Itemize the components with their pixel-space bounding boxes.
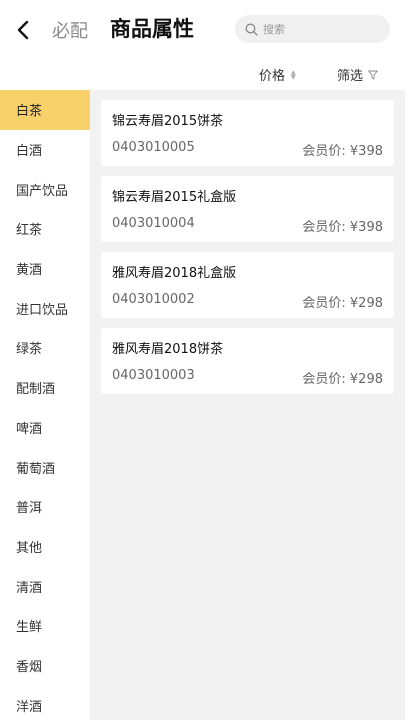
sidebar-item-category[interactable]: 普洱: [0, 487, 90, 527]
header-bar: 必配 商品属性: [0, 0, 405, 58]
sort-price-label: 价格: [259, 69, 286, 84]
search-box[interactable]: [235, 15, 390, 43]
sidebar-item-category[interactable]: 清酒: [0, 566, 90, 606]
product-list: 锦云寿眉2015饼茶 0403010005 会员价: ¥398 锦云寿眉2015礼盒版…: [101, 100, 394, 404]
product-card[interactable]: 雅风寿眉2018饼茶 0403010003 会员价: ¥298: [101, 328, 394, 394]
sidebar-item-category[interactable]: 白茶: [0, 90, 90, 130]
funnel-icon: [368, 70, 378, 79]
member-price: 会员价: ¥398: [302, 144, 383, 159]
product-card[interactable]: 雅风寿眉2018礼盒版 0403010002 会员价: ¥298: [101, 252, 394, 318]
product-card[interactable]: 锦云寿眉2015饼茶 0403010005 会员价: ¥398: [101, 100, 394, 166]
sort-bar: 价格 ▲ ▼ 筛选: [0, 58, 405, 90]
search-input[interactable]: [263, 22, 373, 36]
sidebar-item-category[interactable]: 葡萄酒: [0, 447, 90, 487]
sidebar-item-category[interactable]: 香烟: [0, 646, 90, 686]
filter-button[interactable]: 筛选: [337, 65, 378, 84]
sidebar-item-category[interactable]: 洋酒: [0, 685, 90, 720]
sort-price-button[interactable]: 价格 ▲ ▼: [259, 65, 296, 84]
sidebar-item-category[interactable]: 国产饮品: [0, 169, 90, 209]
member-price: 会员价: ¥298: [302, 296, 383, 311]
product-card[interactable]: 锦云寿眉2015礼盒版 0403010004 会员价: ¥398: [101, 176, 394, 242]
sidebar-item-category[interactable]: 生鲜: [0, 606, 90, 646]
product-code: 0403010004: [112, 216, 195, 231]
sidebar-item-category[interactable]: 绿茶: [0, 328, 90, 368]
sidebar-item-category[interactable]: 其他: [0, 527, 90, 567]
product-code: 0403010003: [112, 368, 195, 383]
product-name: 雅风寿眉2018礼盒版: [112, 266, 237, 281]
sidebar-item-category[interactable]: 红茶: [0, 209, 90, 249]
back-button[interactable]: [12, 17, 34, 43]
product-name: 雅风寿眉2018饼茶: [112, 342, 224, 357]
category-sidebar: 白茶 白酒 国产饮品 红茶 黄酒 进口饮品 绿茶 配制酒 啤酒 葡萄酒 普洱 其他 清酒 生鲜 香烟 洋酒: [0, 90, 90, 720]
tab-product-attributes[interactable]: 商品属性: [110, 13, 194, 43]
filter-label: 筛选: [337, 69, 364, 84]
product-code: 0403010005: [112, 140, 195, 155]
sidebar-item-category[interactable]: 配制酒: [0, 368, 90, 408]
sort-arrows-icon: ▲ ▼: [291, 68, 296, 81]
sidebar-item-category[interactable]: 黄酒: [0, 249, 90, 289]
tab-bipei[interactable]: 必配: [52, 17, 88, 43]
member-price: 会员价: ¥398: [302, 220, 383, 235]
sidebar-item-category[interactable]: 白酒: [0, 130, 90, 170]
member-price: 会员价: ¥298: [302, 372, 383, 387]
product-name: 锦云寿眉2015礼盒版: [112, 190, 237, 205]
sidebar-item-category[interactable]: 进口饮品: [0, 288, 90, 328]
product-name: 锦云寿眉2015饼茶: [112, 114, 224, 129]
product-code: 0403010002: [112, 292, 195, 307]
search-icon: [245, 23, 258, 36]
sidebar-item-category[interactable]: 啤酒: [0, 408, 90, 448]
chevron-left-icon: [17, 20, 29, 40]
